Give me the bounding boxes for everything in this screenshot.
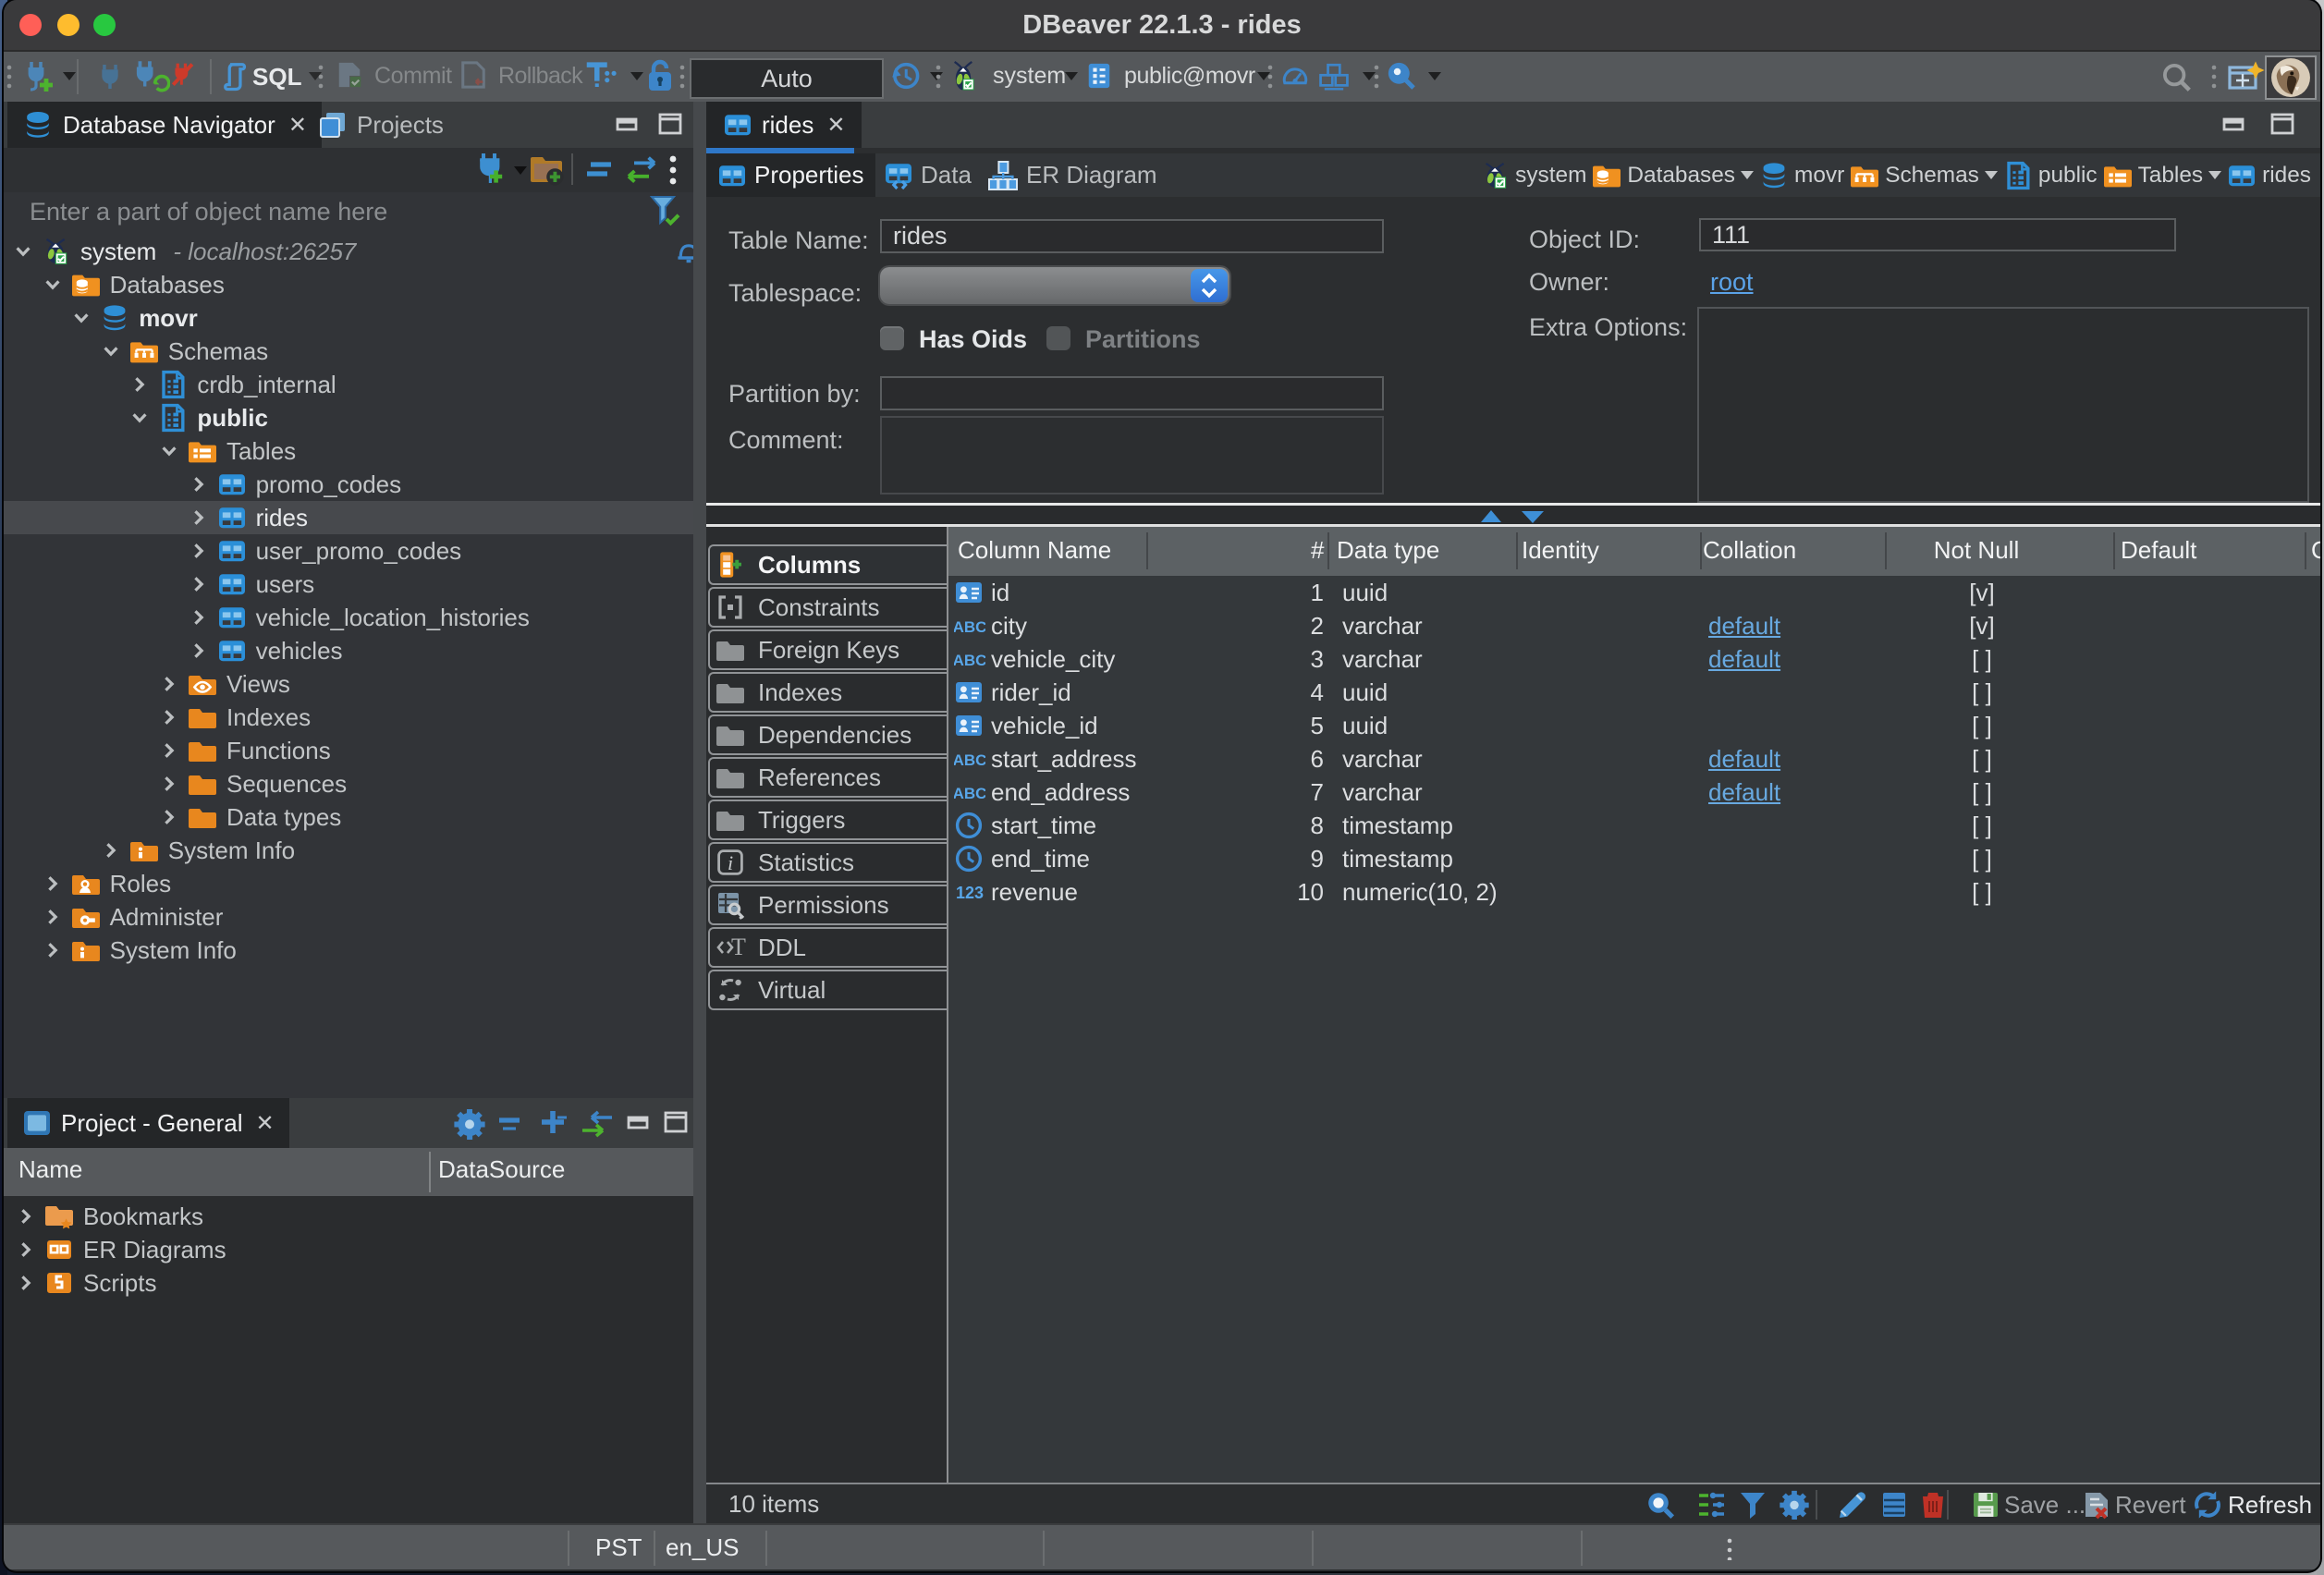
svg-text:123: 123 bbox=[956, 884, 984, 902]
svg-text:T: T bbox=[731, 934, 746, 960]
svg-text:ABC: ABC bbox=[954, 618, 985, 636]
svg-text:i: i bbox=[728, 851, 733, 874]
svg-text:ABC: ABC bbox=[954, 751, 985, 769]
svg-text:ABC: ABC bbox=[954, 652, 985, 669]
svg-text:ABC: ABC bbox=[954, 785, 985, 802]
